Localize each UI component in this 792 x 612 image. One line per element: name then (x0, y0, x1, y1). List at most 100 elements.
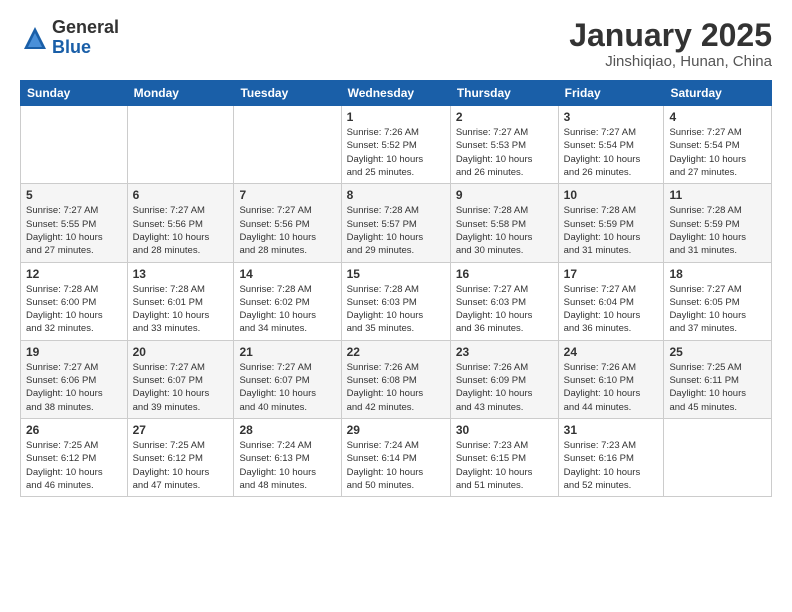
day-info: Sunrise: 7:24 AM Sunset: 6:14 PM Dayligh… (347, 439, 445, 492)
calendar-cell (664, 418, 772, 496)
calendar-cell (21, 106, 128, 184)
calendar-cell: 1Sunrise: 7:26 AM Sunset: 5:52 PM Daylig… (341, 106, 450, 184)
day-info: Sunrise: 7:27 AM Sunset: 5:56 PM Dayligh… (133, 204, 229, 257)
day-number: 2 (456, 110, 553, 124)
day-number: 16 (456, 267, 553, 281)
day-number: 12 (26, 267, 122, 281)
calendar-cell: 18Sunrise: 7:27 AM Sunset: 6:05 PM Dayli… (664, 262, 772, 340)
day-number: 14 (239, 267, 335, 281)
day-number: 11 (669, 188, 766, 202)
day-info: Sunrise: 7:28 AM Sunset: 6:01 PM Dayligh… (133, 283, 229, 336)
day-info: Sunrise: 7:27 AM Sunset: 6:07 PM Dayligh… (239, 361, 335, 414)
calendar-location: Jinshiqiao, Hunan, China (569, 53, 772, 70)
day-info: Sunrise: 7:27 AM Sunset: 5:54 PM Dayligh… (564, 126, 659, 179)
weekday-header-monday: Monday (127, 81, 234, 106)
day-info: Sunrise: 7:27 AM Sunset: 5:56 PM Dayligh… (239, 204, 335, 257)
calendar-cell: 25Sunrise: 7:25 AM Sunset: 6:11 PM Dayli… (664, 340, 772, 418)
day-info: Sunrise: 7:25 AM Sunset: 6:12 PM Dayligh… (26, 439, 122, 492)
day-info: Sunrise: 7:27 AM Sunset: 5:54 PM Dayligh… (669, 126, 766, 179)
calendar-cell: 2 Sunrise: 7:27 AM Sunset: 5:53 PM Daylig… (450, 106, 558, 184)
day-info: Sunrise: 7:27 AM Sunset: 6:03 PM Dayligh… (456, 283, 553, 336)
calendar-cell: 30 Sunrise: 7:23 AM Sunset: 6:15 PM Dayli… (450, 418, 558, 496)
header: General Blue January 2025 Jinshiqiao, Hu… (20, 18, 772, 70)
calendar-cell: 12 Sunrise: 7:28 AM Sunset: 6:00 PM Dayli… (21, 262, 128, 340)
day-number: 6 (133, 188, 229, 202)
calendar-cell: 23 Sunrise: 7:26 AM Sunset: 6:09 PM Dayli… (450, 340, 558, 418)
calendar-cell: 22 Sunrise: 7:26 AM Sunset: 6:08 PM Dayli… (341, 340, 450, 418)
day-info: Sunrise: 7:28 AM Sunset: 6:02 PM Dayligh… (239, 283, 335, 336)
logo-icon (20, 23, 50, 53)
calendar-cell: 6 Sunrise: 7:27 AM Sunset: 5:56 PM Daylig… (127, 184, 234, 262)
weekday-header-saturday: Saturday (664, 81, 772, 106)
day-info: Sunrise: 7:26 AM Sunset: 6:08 PM Dayligh… (347, 361, 445, 414)
calendar-cell: 21 Sunrise: 7:27 AM Sunset: 6:07 PM Dayli… (234, 340, 341, 418)
day-number: 22 (347, 345, 445, 359)
weekday-header-sunday: Sunday (21, 81, 128, 106)
day-info: Sunrise: 7:28 AM Sunset: 5:59 PM Dayligh… (669, 204, 766, 257)
day-number: 10 (564, 188, 659, 202)
calendar-table: SundayMondayTuesdayWednesdayThursdayFrid… (20, 80, 772, 497)
calendar-cell: 19 Sunrise: 7:27 AM Sunset: 6:06 PM Dayli… (21, 340, 128, 418)
day-number: 19 (26, 345, 122, 359)
day-info: Sunrise: 7:28 AM Sunset: 6:00 PM Dayligh… (26, 283, 122, 336)
day-number: 31 (564, 423, 659, 437)
day-number: 4 (669, 110, 766, 124)
day-info: Sunrise: 7:28 AM Sunset: 5:58 PM Dayligh… (456, 204, 553, 257)
title-block: January 2025 Jinshiqiao, Hunan, China (569, 18, 772, 70)
day-number: 15 (347, 267, 445, 281)
weekday-header-tuesday: Tuesday (234, 81, 341, 106)
calendar-cell: 24Sunrise: 7:26 AM Sunset: 6:10 PM Dayli… (558, 340, 664, 418)
day-info: Sunrise: 7:23 AM Sunset: 6:16 PM Dayligh… (564, 439, 659, 492)
day-number: 28 (239, 423, 335, 437)
calendar-cell: 13 Sunrise: 7:28 AM Sunset: 6:01 PM Dayli… (127, 262, 234, 340)
day-number: 17 (564, 267, 659, 281)
day-info: Sunrise: 7:23 AM Sunset: 6:15 PM Dayligh… (456, 439, 553, 492)
logo: General Blue (20, 18, 119, 58)
calendar-cell: 8Sunrise: 7:28 AM Sunset: 5:57 PM Daylig… (341, 184, 450, 262)
day-number: 23 (456, 345, 553, 359)
day-number: 30 (456, 423, 553, 437)
calendar-cell: 16 Sunrise: 7:27 AM Sunset: 6:03 PM Dayli… (450, 262, 558, 340)
calendar-cell (127, 106, 234, 184)
weekday-header-row: SundayMondayTuesdayWednesdayThursdayFrid… (21, 81, 772, 106)
day-info: Sunrise: 7:27 AM Sunset: 6:04 PM Dayligh… (564, 283, 659, 336)
calendar-cell: 4 Sunrise: 7:27 AM Sunset: 5:54 PM Daylig… (664, 106, 772, 184)
day-info: Sunrise: 7:27 AM Sunset: 6:06 PM Dayligh… (26, 361, 122, 414)
day-number: 13 (133, 267, 229, 281)
calendar-cell: 7Sunrise: 7:27 AM Sunset: 5:56 PM Daylig… (234, 184, 341, 262)
weekday-header-wednesday: Wednesday (341, 81, 450, 106)
day-number: 29 (347, 423, 445, 437)
calendar-cell: 3Sunrise: 7:27 AM Sunset: 5:54 PM Daylig… (558, 106, 664, 184)
week-row-1: 5Sunrise: 7:27 AM Sunset: 5:55 PM Daylig… (21, 184, 772, 262)
week-row-3: 19 Sunrise: 7:27 AM Sunset: 6:06 PM Dayli… (21, 340, 772, 418)
logo-text: General Blue (52, 18, 119, 58)
logo-blue-text: Blue (52, 38, 119, 58)
calendar-cell (234, 106, 341, 184)
week-row-0: 1Sunrise: 7:26 AM Sunset: 5:52 PM Daylig… (21, 106, 772, 184)
day-info: Sunrise: 7:27 AM Sunset: 5:53 PM Dayligh… (456, 126, 553, 179)
day-info: Sunrise: 7:26 AM Sunset: 5:52 PM Dayligh… (347, 126, 445, 179)
day-info: Sunrise: 7:26 AM Sunset: 6:09 PM Dayligh… (456, 361, 553, 414)
calendar-title: January 2025 (569, 18, 772, 53)
calendar-cell: 31 Sunrise: 7:23 AM Sunset: 6:16 PM Dayli… (558, 418, 664, 496)
calendar-cell: 27Sunrise: 7:25 AM Sunset: 6:12 PM Dayli… (127, 418, 234, 496)
day-number: 21 (239, 345, 335, 359)
calendar-cell: 11 Sunrise: 7:28 AM Sunset: 5:59 PM Dayli… (664, 184, 772, 262)
day-number: 9 (456, 188, 553, 202)
calendar-cell: 26 Sunrise: 7:25 AM Sunset: 6:12 PM Dayli… (21, 418, 128, 496)
calendar-cell: 28Sunrise: 7:24 AM Sunset: 6:13 PM Dayli… (234, 418, 341, 496)
week-row-4: 26 Sunrise: 7:25 AM Sunset: 6:12 PM Dayli… (21, 418, 772, 496)
page: General Blue January 2025 Jinshiqiao, Hu… (0, 0, 792, 612)
day-number: 26 (26, 423, 122, 437)
calendar-cell: 20Sunrise: 7:27 AM Sunset: 6:07 PM Dayli… (127, 340, 234, 418)
day-info: Sunrise: 7:28 AM Sunset: 6:03 PM Dayligh… (347, 283, 445, 336)
calendar-cell: 14 Sunrise: 7:28 AM Sunset: 6:02 PM Dayli… (234, 262, 341, 340)
day-info: Sunrise: 7:28 AM Sunset: 5:59 PM Dayligh… (564, 204, 659, 257)
day-number: 8 (347, 188, 445, 202)
logo-general-text: General (52, 18, 119, 38)
week-row-2: 12 Sunrise: 7:28 AM Sunset: 6:00 PM Dayli… (21, 262, 772, 340)
day-info: Sunrise: 7:27 AM Sunset: 6:07 PM Dayligh… (133, 361, 229, 414)
day-number: 5 (26, 188, 122, 202)
day-number: 24 (564, 345, 659, 359)
day-number: 25 (669, 345, 766, 359)
